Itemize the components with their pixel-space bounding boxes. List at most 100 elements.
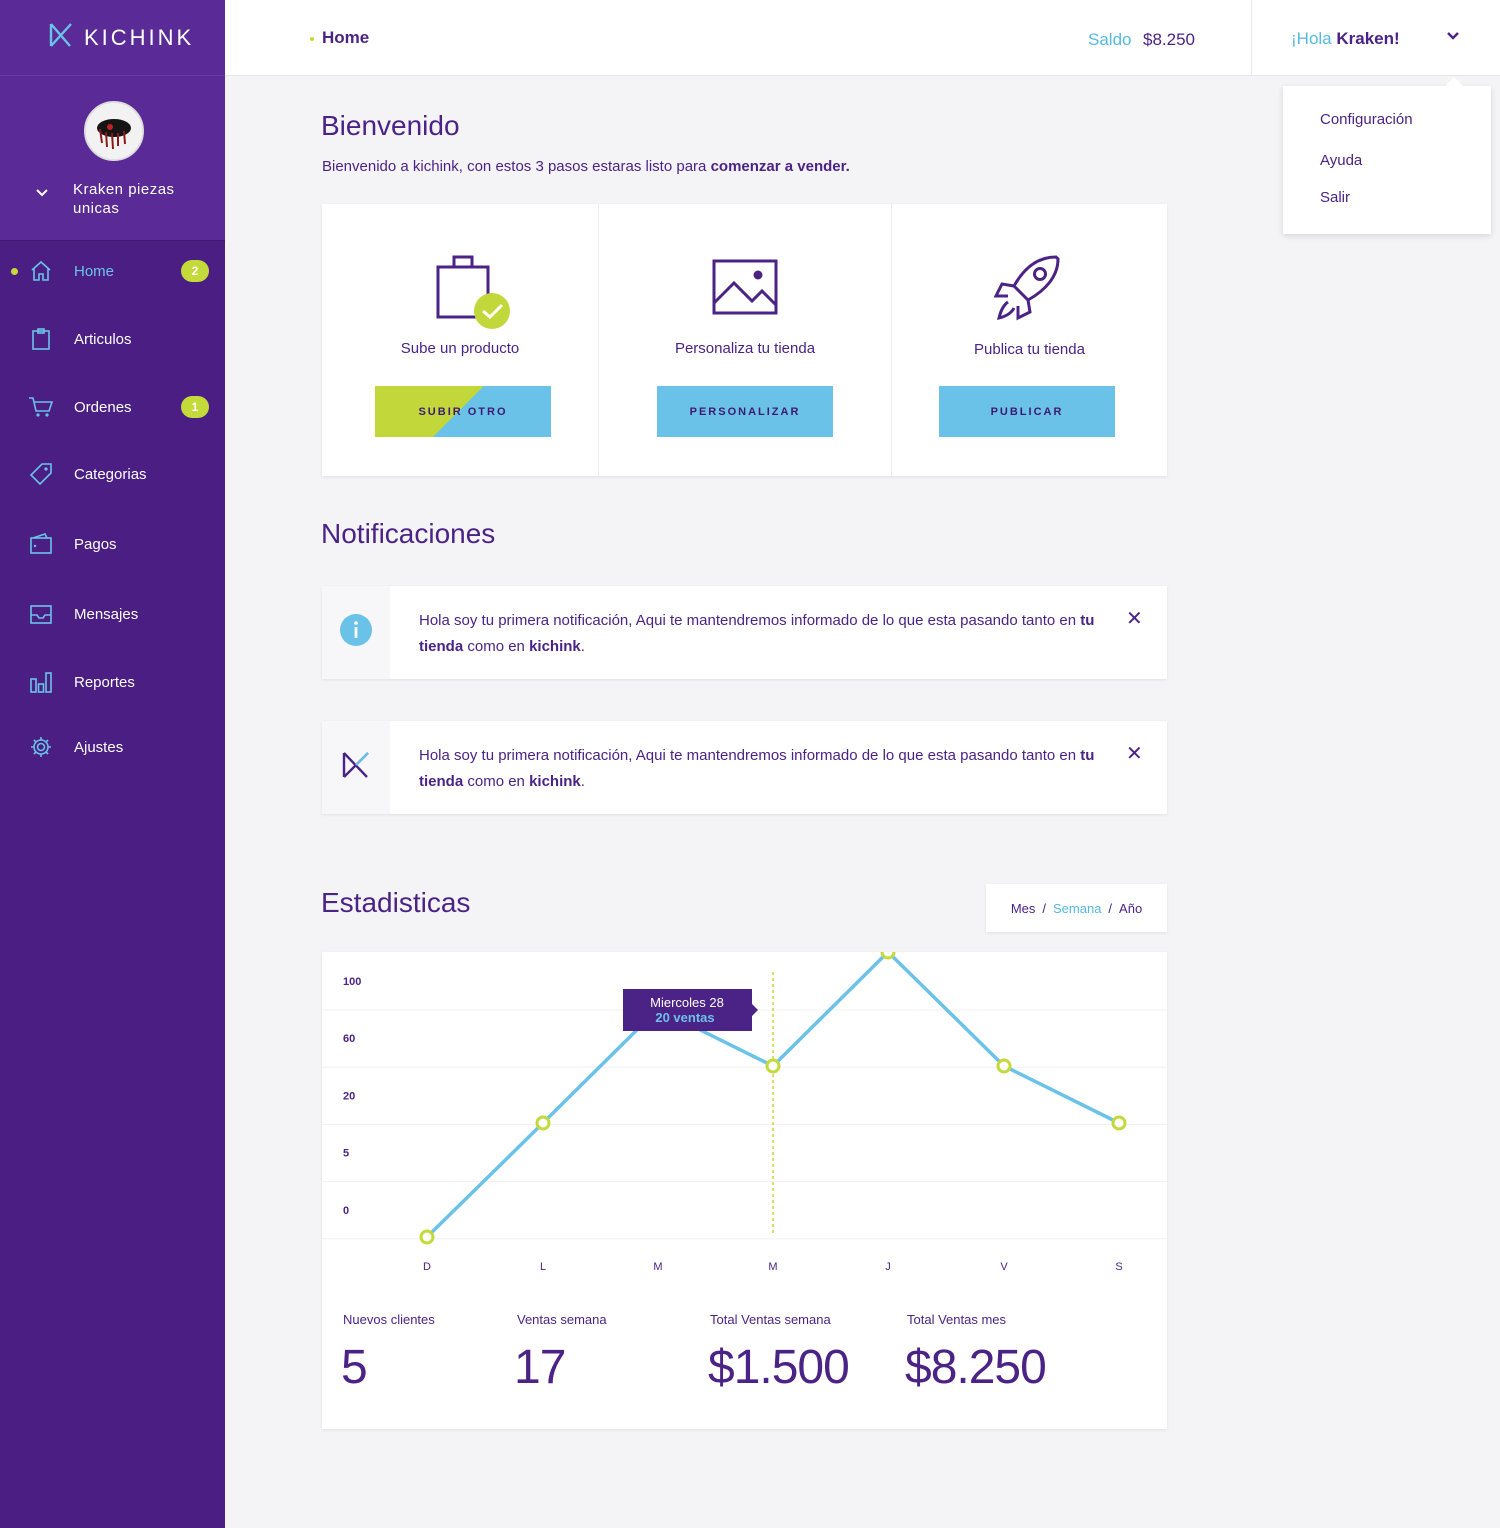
close-icon[interactable]: ✕ (1126, 606, 1143, 631)
notification-text: Hola soy tu primera notificación, Aqui t… (419, 612, 1095, 655)
tooltip-title: Miercoles 28 (650, 995, 724, 1010)
x-tick-label: V (1000, 1261, 1008, 1273)
rocket-icon (993, 254, 1062, 327)
publish-button[interactable]: PUBLICAR (939, 386, 1115, 437)
stats-title: Estadisticas (321, 887, 471, 918)
sidebar-item-ajustes[interactable]: Ajustes (0, 727, 225, 767)
step-label: Publica tu tienda (974, 341, 1085, 358)
sidebar-item-label: Categorias (74, 465, 147, 483)
sidebar-item-label: Ordenes (74, 398, 132, 416)
data-point[interactable] (996, 1058, 1012, 1074)
logo-text: KICHINK (84, 24, 195, 50)
notification-badge: 1 (181, 396, 209, 418)
kpi-label-week-total: Total Ventas semana (710, 1312, 831, 1327)
sidebar-item-label: Home (74, 262, 115, 280)
tooltip-arrow (752, 1004, 758, 1016)
x-tick-label: L (540, 1261, 546, 1273)
divider (1251, 0, 1252, 76)
bar-chart-icon (28, 669, 54, 695)
menu-item-ayuda[interactable]: Ayuda (1320, 152, 1362, 169)
x-tick-label: M (768, 1261, 777, 1273)
topbar: Home Saldo $8.250 ¡Hola Kraken! (225, 0, 1500, 76)
sidebar-item-reportes[interactable]: Reportes (0, 662, 225, 702)
chart-tooltip: Miercoles 28 20 ventas (623, 989, 758, 1031)
sidebar-item-ordenes[interactable]: Ordenes 1 (0, 387, 225, 427)
step-label: Sube un producto (400, 340, 520, 357)
sidebar-item-label: Ajustes (74, 738, 124, 756)
notifications-title: Notificaciones (321, 518, 496, 549)
data-point[interactable] (1111, 1115, 1127, 1131)
step-upload-product: Sube un producto SUBIR OTRO (322, 204, 598, 476)
notification-card: Hola soy tu primera notificación, Aqui t… (322, 721, 1167, 814)
tooltip-value: 20 ventas (655, 1010, 714, 1025)
data-point[interactable] (419, 1229, 435, 1245)
data-point[interactable] (880, 952, 896, 960)
sidebar-item-mensajes[interactable]: Mensajes (0, 594, 225, 634)
notification-badge: 2 (181, 260, 209, 282)
gear-icon (28, 734, 54, 760)
period-selector: Mes / Semana / Año (986, 884, 1167, 932)
avatar[interactable] (84, 101, 144, 161)
sidebar-item-label: Reportes (74, 673, 135, 691)
tag-icon (28, 461, 54, 487)
profile-panel: Kraken piezas unicas (0, 76, 225, 241)
sidebar-item-label: Articulos (74, 330, 132, 348)
data-point[interactable] (535, 1115, 551, 1131)
onboarding-steps: Sube un producto SUBIR OTRO Personaliza … (322, 204, 1167, 476)
wallet-icon (28, 531, 54, 557)
y-tick-label: 20 (343, 1090, 355, 1102)
sidebar-item-articulos[interactable]: Articulos (0, 319, 225, 359)
chevron-down-icon[interactable] (36, 184, 48, 200)
welcome-intro: Bienvenido a kichink, con estos 3 pasos … (322, 158, 850, 175)
info-icon (340, 614, 372, 651)
sales-line-chart: 100 60 20 5 0 D L M M J V S Miercoles 28 20 ventas (322, 952, 1167, 1273)
step-publish-store: Publica tu tienda PUBLICAR (891, 204, 1167, 476)
kpi-value-new-clients: 5 (341, 1341, 368, 1394)
period-separator: / (1042, 900, 1046, 916)
step-label: Personaliza tu tienda (674, 340, 816, 357)
sidebar-item-home[interactable]: Home 2 (0, 251, 225, 291)
inbox-icon (28, 601, 54, 627)
data-point[interactable] (765, 1058, 781, 1074)
kpi-label-new-clients: Nuevos clientes (343, 1312, 435, 1327)
breadcrumb-dot (310, 37, 314, 41)
sidebar-item-categorias[interactable]: Categorias (0, 454, 225, 494)
period-month[interactable]: Mes (1011, 901, 1036, 916)
y-tick-label: 100 (343, 976, 361, 988)
period-week[interactable]: Semana (1053, 901, 1101, 916)
sidebar: KICHINK Kraken piezas unicas Home 2 Arti… (0, 0, 225, 1528)
close-icon[interactable]: ✕ (1126, 741, 1143, 766)
store-name: Kraken piezas unicas (73, 181, 175, 217)
y-tick-label: 60 (343, 1033, 355, 1045)
user-greeting[interactable]: ¡Hola Kraken! (1291, 29, 1400, 49)
y-tick-label: 5 (343, 1148, 349, 1160)
sidebar-item-pagos[interactable]: Pagos (0, 524, 225, 564)
menu-item-salir[interactable]: Salir (1320, 189, 1350, 206)
welcome-title: Bienvenido (321, 110, 460, 141)
logo[interactable]: KICHINK (0, 0, 225, 76)
notification-icon-area (322, 586, 390, 679)
kichink-logo-icon (341, 750, 371, 785)
user-menu: Configuración Ayuda Salir (1283, 77, 1491, 234)
x-tick-label: M (653, 1261, 662, 1273)
period-year[interactable]: Año (1119, 901, 1142, 916)
customize-button[interactable]: PERSONALIZAR (657, 386, 833, 437)
saldo-label: Saldo (1088, 30, 1132, 49)
step-customize-store: Personaliza tu tienda PERSONALIZAR (598, 204, 891, 476)
active-indicator (11, 267, 18, 275)
upload-another-button[interactable]: SUBIR OTRO (375, 386, 551, 437)
sidebar-item-label: Pagos (74, 535, 117, 553)
y-tick-label: 0 (343, 1205, 349, 1217)
home-icon (28, 258, 54, 284)
kpi-value-month-total: $8.250 (905, 1341, 1047, 1394)
period-separator: / (1108, 900, 1113, 916)
shopping-bag-check-icon (436, 254, 516, 339)
breadcrumb[interactable]: Home (322, 28, 369, 48)
cart-icon (28, 394, 54, 420)
x-tick-label: S (1115, 1261, 1122, 1273)
kpi-label-month-total: Total Ventas mes (907, 1312, 1006, 1327)
menu-item-configuracion[interactable]: Configuración (1320, 111, 1413, 128)
chevron-down-icon[interactable] (1446, 28, 1460, 46)
kpi-value-week-sales: 17 (514, 1341, 566, 1394)
kichink-logo-icon (48, 22, 74, 53)
